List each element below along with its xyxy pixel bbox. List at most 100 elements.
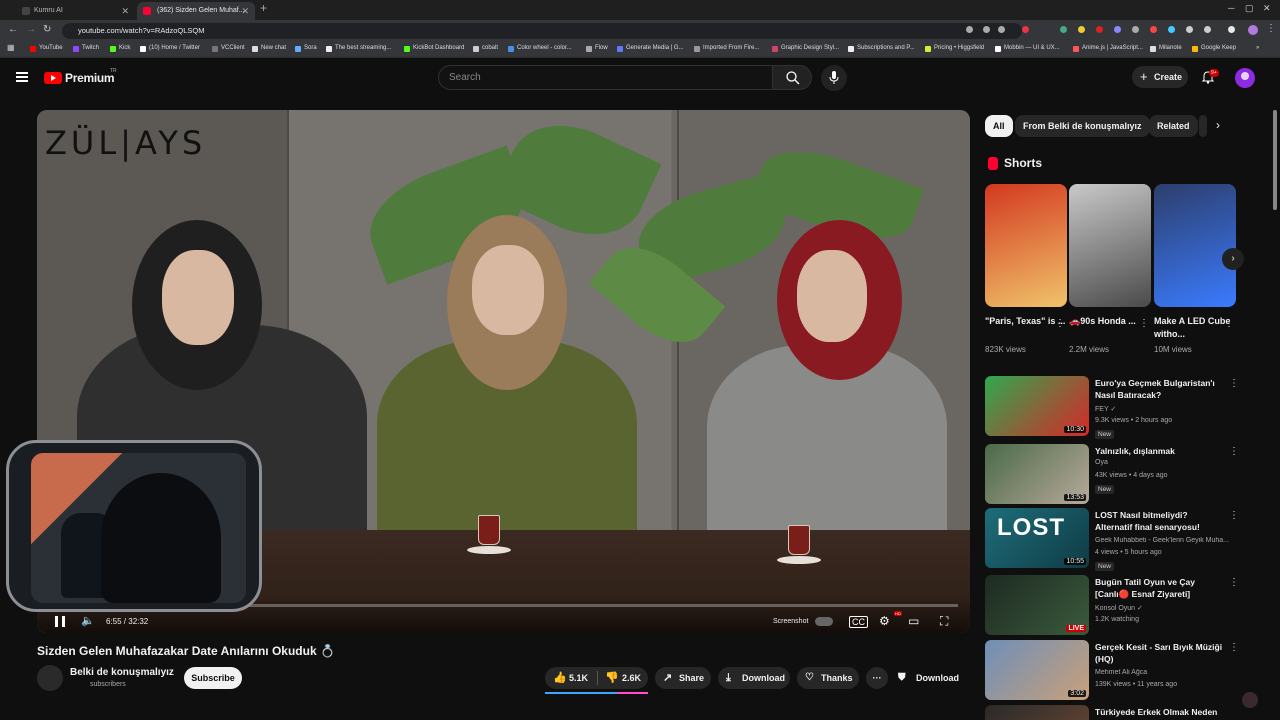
minimize-icon[interactable]: ─ — [1228, 3, 1234, 13]
thumbs-up-icon[interactable]: 👍 — [553, 667, 567, 689]
extension-icon[interactable] — [1060, 26, 1067, 33]
extension-icon[interactable] — [1096, 26, 1103, 33]
search-button[interactable] — [772, 65, 812, 90]
screenshot-toggle[interactable] — [815, 617, 833, 626]
forward-icon[interactable]: → — [26, 24, 36, 35]
chevron-right-icon[interactable]: › — [1216, 118, 1220, 132]
extension-icon[interactable] — [1132, 26, 1139, 33]
reload-icon[interactable]: ↻ — [43, 24, 51, 35]
recommendation-title[interactable]: LOST Nasıl bitmeliydi? Alternatif final … — [1095, 509, 1223, 533]
bookmark-item[interactable]: KickBot Dashboard — [404, 45, 464, 52]
settings-gear-icon[interactable]: ⚙ — [879, 614, 890, 628]
zoom-icon[interactable] — [983, 26, 990, 33]
back-icon[interactable]: ← — [8, 24, 18, 35]
shorts-next-icon[interactable]: › — [1222, 248, 1244, 270]
recommendation-channel[interactable]: Geek Muhabbeti - Geek'lerin Geyik Muha..… — [1095, 537, 1235, 544]
recommendation-channel[interactable]: Mehmet Ali Ağca — [1095, 669, 1235, 676]
recommendation-channel[interactable]: FEY ✓ — [1095, 405, 1235, 413]
dislike-count[interactable]: 2.6K — [622, 667, 641, 689]
like-count[interactable]: 5.1K — [569, 667, 588, 689]
bookmark-item[interactable]: Flow — [586, 45, 608, 52]
kebab-menu-icon[interactable]: ⋮ — [1229, 446, 1239, 457]
recommendation-item[interactable]: LOST 10:55 LOST Nasıl bitmeliydi? Altern… — [985, 508, 1245, 571]
subscribe-button[interactable]: Subscribe — [184, 667, 242, 689]
recommendation-thumbnail[interactable]: LOST 10:55 — [985, 508, 1089, 568]
extension-icon[interactable] — [1186, 26, 1193, 33]
floating-action-icon[interactable] — [1242, 692, 1258, 708]
recommendation-thumbnail[interactable] — [985, 705, 1089, 720]
recommendation-item[interactable]: LIVE Bugün Tatil Oyun ve Çay [Canlı🔴 Esn… — [985, 575, 1245, 635]
install-icon[interactable] — [966, 26, 973, 33]
kebab-menu-icon[interactable]: ⋮ — [1229, 642, 1239, 653]
profile-icon[interactable] — [1248, 25, 1258, 35]
close-icon[interactable]: ✕ — [121, 2, 129, 20]
url-field[interactable]: youtube.com/watch?v=RAdzoQLSQM — [62, 23, 1022, 39]
new-tab-icon[interactable]: + — [260, 1, 267, 15]
bookmark-item[interactable]: cobalt — [473, 45, 498, 52]
bookmark-item[interactable]: The best streaming... — [326, 45, 391, 52]
bookmark-item[interactable]: Google Keep — [1192, 45, 1236, 52]
page-scrollbar[interactable] — [1273, 110, 1277, 210]
kebab-menu-icon[interactable]: ⋮ — [1139, 318, 1149, 329]
recommendation-title[interactable]: Euro'ya Geçmek Bulgaristan'ı Nasıl Batır… — [1095, 377, 1223, 401]
chip-more[interactable] — [1199, 115, 1207, 137]
extension-icon[interactable] — [1114, 26, 1121, 33]
extension-download-button[interactable]: ⛊ Download — [890, 667, 964, 689]
bookmark-item[interactable]: Kick — [110, 45, 130, 52]
recommendation-title[interactable]: Gerçek Kesit - Sarı Bıyık Müziği (HQ) — [1095, 641, 1223, 665]
account-avatar[interactable] — [1235, 68, 1255, 88]
channel-avatar[interactable] — [37, 665, 63, 691]
recommendation-thumbnail[interactable]: LIVE — [985, 575, 1089, 635]
recommendation-thumbnail[interactable]: 13:53 — [985, 444, 1089, 504]
logo-label[interactable]: Premium — [65, 71, 115, 85]
recommendation-item[interactable]: Türkiyede Erkek Olmak Neden — [985, 705, 1245, 720]
puzzle-icon[interactable] — [1204, 26, 1211, 33]
bookmark-item[interactable]: Graphic Design Styl... — [772, 45, 839, 52]
download-icon[interactable] — [1228, 26, 1235, 33]
thumbs-down-icon[interactable]: 👎 — [605, 667, 619, 689]
bookmark-item[interactable]: Sora — [295, 45, 317, 52]
menu-icon[interactable]: ⋮ — [1266, 23, 1276, 34]
bookmark-item[interactable]: Pricing • Higgsfield — [925, 45, 984, 52]
search-input[interactable]: Search — [438, 65, 773, 90]
more-bookmarks-icon[interactable]: » — [1256, 45, 1259, 51]
bookmark-item[interactable]: Anime.js | JavaScript... — [1073, 45, 1143, 52]
short-item[interactable]: 🚗90s Honda ... 2.2M views ⋮ — [1069, 184, 1151, 354]
kebab-menu-icon[interactable]: ⋮ — [1229, 510, 1239, 521]
bookmark-item[interactable]: Subscriptions and P... — [848, 45, 915, 52]
voice-search-button[interactable] — [821, 65, 847, 91]
tab-kumru[interactable]: Kumru AI ✕ — [0, 2, 135, 20]
chip-related[interactable]: Related — [1149, 115, 1198, 137]
short-thumbnail[interactable] — [1154, 184, 1236, 307]
apps-icon[interactable]: ▦ — [7, 43, 15, 52]
kebab-menu-icon[interactable]: ⋮ — [1229, 378, 1239, 389]
theater-mode-icon[interactable]: ▭ — [908, 614, 919, 628]
thanks-button[interactable]: ♡ Thanks — [797, 667, 859, 689]
close-icon[interactable]: ✕ — [241, 2, 249, 20]
bookmark-item[interactable]: Mobbin — UI & UX... — [995, 45, 1060, 52]
star-icon[interactable] — [998, 26, 1005, 33]
recommendation-title[interactable]: Bugün Tatil Oyun ve Çay [Canlı🔴 Esnaf Zi… — [1095, 576, 1223, 600]
captions-icon[interactable]: CC — [849, 616, 868, 628]
recommendation-title[interactable]: Türkiyede Erkek Olmak Neden — [1095, 706, 1223, 718]
short-item[interactable]: "Paris, Texas" is ... 823K views ⋮ — [985, 184, 1067, 354]
pause-icon[interactable] — [55, 616, 65, 627]
bookmark-item[interactable]: Milanote — [1150, 45, 1182, 52]
recommendation-thumbnail[interactable]: 3:02 — [985, 640, 1089, 700]
kebab-menu-icon[interactable]: ⋮ — [1224, 318, 1234, 329]
recommendation-title[interactable]: Yalnızlık, dışlanmak — [1095, 445, 1223, 457]
download-button[interactable]: ⤓ Download — [718, 667, 790, 689]
bookmark-item[interactable]: Color wheel - color... — [508, 45, 572, 52]
youtube-logo-icon[interactable] — [44, 72, 62, 84]
recommendation-channel[interactable]: Konsol Oyun ✓ — [1095, 604, 1235, 612]
maximize-icon[interactable]: ▢ — [1245, 3, 1254, 14]
short-thumbnail[interactable] — [985, 184, 1067, 307]
bookmark-item[interactable]: Imported From Fire... — [694, 45, 759, 52]
bookmark-item[interactable]: Generate Media | G... — [617, 45, 684, 52]
recommendation-item[interactable]: 10:30 Euro'ya Geçmek Bulgaristan'ı Nasıl… — [985, 376, 1245, 439]
short-thumbnail[interactable] — [1069, 184, 1151, 307]
bookmark-item[interactable]: New chat — [252, 45, 286, 52]
recommendation-item[interactable]: 3:02 Gerçek Kesit - Sarı Bıyık Müziği (H… — [985, 640, 1245, 700]
bookmark-item[interactable]: VCClient — [212, 45, 245, 52]
bookmark-item[interactable]: Twitch — [73, 45, 99, 52]
